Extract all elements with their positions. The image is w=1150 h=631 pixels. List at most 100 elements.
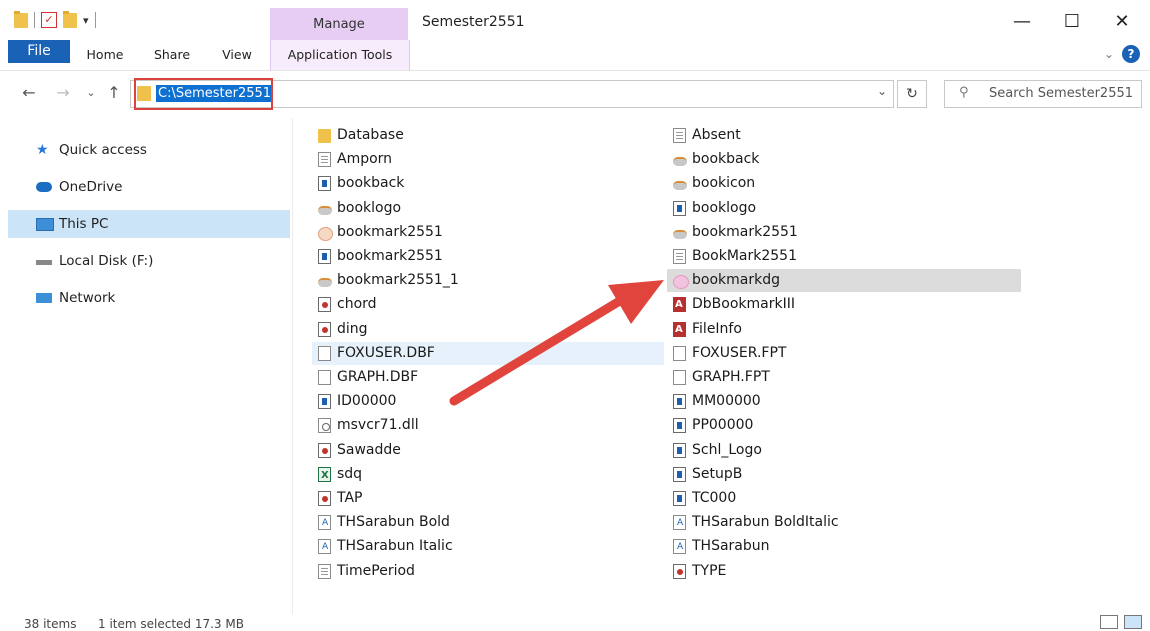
file-item[interactable]: Sawadde: [312, 439, 664, 462]
file-item[interactable]: THSarabun: [667, 535, 1021, 559]
sidebar-item-quick-access[interactable]: ★ Quick access: [8, 136, 290, 164]
img-file-icon: [318, 176, 331, 192]
file-item[interactable]: GRAPH.DBF: [312, 366, 664, 389]
address-dropdown-chevron-icon[interactable]: ⌄: [877, 84, 887, 98]
file-item[interactable]: booklogo: [312, 197, 664, 220]
close-button[interactable]: ✕: [1099, 8, 1145, 36]
file-item[interactable]: SetupB: [667, 463, 1021, 486]
red-file-icon: [673, 563, 686, 579]
sidebar-item-local-disk[interactable]: Local Disk (F:): [8, 247, 290, 275]
file-item[interactable]: FOXUSER.DBF: [312, 341, 664, 365]
file-item[interactable]: TAP: [312, 487, 664, 510]
file-name: TimePeriod: [337, 562, 415, 579]
details-view-icon[interactable]: [1100, 615, 1118, 629]
file-item[interactable]: bookback: [312, 172, 664, 195]
file-item[interactable]: bookmarkdg: [667, 269, 1021, 293]
file-item[interactable]: TYPE: [667, 560, 1021, 583]
customize-toolbar-icon[interactable]: ▾: [83, 14, 89, 27]
file-item[interactable]: ding: [312, 318, 664, 341]
recent-locations-icon[interactable]: ⌄: [80, 82, 102, 104]
cloud-file-icon: [318, 273, 332, 288]
file-name: DbBookmarkIII: [692, 296, 795, 313]
tab-view[interactable]: View: [210, 40, 264, 70]
file-item[interactable]: bookmark2551: [312, 245, 664, 268]
file-name: THSarabun BoldItalic: [692, 514, 839, 531]
tab-share[interactable]: Share: [145, 40, 199, 70]
file-item[interactable]: bookicon: [667, 172, 1021, 195]
file-name: booklogo: [337, 199, 402, 216]
file-item[interactable]: TC000: [667, 487, 1021, 510]
file-item[interactable]: THSarabun Bold: [312, 511, 664, 535]
search-placeholder: Search Semester2551: [989, 86, 1134, 101]
file-item[interactable]: PP00000: [667, 414, 1021, 437]
file-name: msvcr71.dll: [337, 417, 419, 434]
file-item[interactable]: Amporn: [312, 148, 664, 171]
doc-file-icon: [318, 152, 331, 168]
file-item[interactable]: bookmark2551_1: [312, 269, 664, 292]
file-item[interactable]: GRAPH.FPT: [667, 366, 1021, 389]
file-name: TYPE: [692, 562, 727, 579]
drive-icon: [36, 260, 52, 265]
file-item[interactable]: Database: [312, 124, 664, 147]
file-item[interactable]: bookback: [667, 148, 1021, 171]
file-item[interactable]: Absent: [667, 124, 1021, 147]
file-item[interactable]: FOXUSER.FPT: [667, 342, 1021, 365]
toolbar-separator: [34, 12, 35, 28]
file-item[interactable]: THSarabun Italic: [312, 535, 664, 559]
properties-check-icon[interactable]: ✓: [41, 12, 57, 28]
file-name: Absent: [692, 127, 741, 143]
sidebar-item-onedrive[interactable]: OneDrive: [8, 173, 290, 201]
up-arrow-icon[interactable]: ↑: [103, 82, 125, 104]
tab-manage[interactable]: Manage: [270, 8, 408, 40]
file-name: FileInfo: [692, 320, 742, 337]
new-folder-icon[interactable]: [63, 10, 77, 28]
folder-icon: [14, 10, 28, 28]
file-item[interactable]: booklogo: [667, 197, 1021, 220]
tab-application-tools[interactable]: Application Tools: [270, 40, 410, 70]
back-arrow-icon[interactable]: ←: [18, 82, 40, 104]
file-item[interactable]: THSarabun BoldItalic: [667, 511, 1021, 535]
file-item[interactable]: TimePeriod: [312, 560, 664, 583]
excel-file-icon: [318, 464, 331, 487]
search-box[interactable]: ⚲ Search Semester2551: [944, 80, 1142, 108]
file-name: bookmark2551: [692, 223, 798, 240]
maximize-button[interactable]: ☐: [1049, 8, 1095, 36]
file-item[interactable]: Schl_Logo: [667, 439, 1021, 462]
help-icon[interactable]: ?: [1122, 45, 1140, 63]
file-name: PP00000: [692, 417, 754, 434]
pink-file-icon: [673, 273, 689, 290]
tab-file[interactable]: File: [8, 40, 70, 63]
img-file-icon: [318, 394, 331, 410]
file-item[interactable]: DbBookmarkIII: [667, 293, 1021, 316]
file-item[interactable]: ID00000: [312, 390, 664, 413]
refresh-button[interactable]: ↻: [897, 80, 927, 108]
file-item[interactable]: msvcr71.dll: [312, 414, 664, 437]
file-item[interactable]: chord: [312, 293, 664, 316]
view-toggle: [1100, 615, 1142, 629]
sidebar-item-label: This PC: [59, 216, 109, 232]
file-name: bookback: [692, 151, 760, 168]
expand-ribbon-chevron-icon[interactable]: ⌄: [1104, 47, 1114, 61]
doc-file-icon: [673, 128, 686, 143]
minimize-button[interactable]: —: [999, 8, 1045, 36]
file-item[interactable]: BookMark2551: [667, 245, 1021, 268]
sidebar-item-this-pc[interactable]: This PC: [8, 210, 290, 238]
file-item[interactable]: sdq: [312, 463, 664, 487]
img-file-icon: [673, 491, 686, 506]
file-item[interactable]: MM00000: [667, 390, 1021, 413]
cloud-file-icon: [673, 225, 687, 240]
large-icons-view-icon[interactable]: [1124, 615, 1142, 629]
file-name: bookmarkdg: [692, 272, 780, 289]
red-file-icon: [318, 491, 331, 506]
sidebar-item-network[interactable]: Network: [8, 284, 290, 312]
file-item[interactable]: bookmark2551: [667, 221, 1021, 244]
tab-home[interactable]: Home: [78, 40, 132, 70]
file-item[interactable]: FileInfo: [667, 318, 1021, 341]
file-name: bookicon: [692, 175, 756, 192]
forward-arrow-icon[interactable]: →: [52, 82, 74, 104]
sidebar-item-label: Local Disk (F:): [59, 253, 154, 269]
file-name: ID00000: [337, 393, 397, 410]
address-highlight-annotation: [134, 78, 273, 110]
file-item[interactable]: bookmark2551: [312, 221, 664, 244]
navigation-pane: ★ Quick access OneDrive This PC Local Di…: [0, 124, 290, 604]
